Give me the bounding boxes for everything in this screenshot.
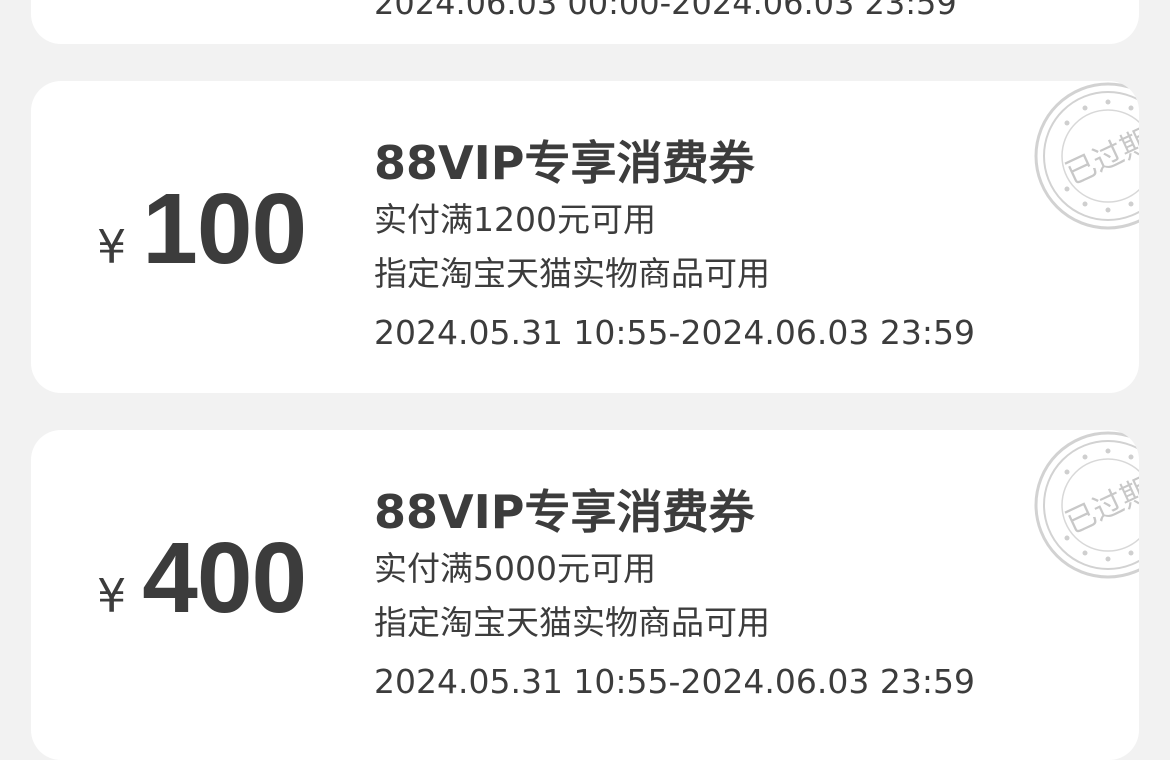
coupon-info: 88VIP专享消费券 实付满1200元可用 指定淘宝天猫实物商品可用 2024.… [374, 133, 975, 363]
coupon-date-range: 2024.05.31 10:55-2024.06.03 23:59 [374, 662, 975, 701]
coupon-condition: 实付满1200元可用 [374, 200, 656, 239]
coupon-card-partial[interactable]: 2024.06.03 00:00-2024.06.03 23:59 [31, 0, 1139, 44]
expired-stamp-icon: 已过期 [1033, 430, 1139, 580]
coupon-info: 88VIP专享消费券 实付满5000元可用 指定淘宝天猫实物商品可用 2024.… [374, 482, 975, 712]
coupon-scope: 指定淘宝天猫实物商品可用 [374, 603, 770, 642]
currency-symbol: ¥ [97, 569, 127, 623]
coupon-scope: 指定淘宝天猫实物商品可用 [374, 254, 770, 293]
coupon-value: 400 [142, 522, 307, 634]
coupon-value: 100 [142, 173, 307, 285]
expired-stamp-icon: 已过期 [1033, 81, 1139, 231]
coupon-amount: ¥ 100 [97, 173, 307, 285]
stamp-label: 已过期 [1060, 122, 1139, 192]
currency-symbol: ¥ [97, 220, 127, 274]
coupon-date-range: 2024.05.31 10:55-2024.06.03 23:59 [374, 313, 975, 352]
coupon-date-range: 2024.06.03 00:00-2024.06.03 23:59 [374, 0, 957, 22]
stamp-label: 已过期 [1060, 471, 1139, 541]
coupon-amount: ¥ 400 [97, 522, 307, 634]
coupon-card[interactable]: ¥ 100 88VIP专享消费券 实付满1200元可用 指定淘宝天猫实物商品可用… [31, 81, 1139, 393]
coupon-condition: 实付满5000元可用 [374, 549, 656, 588]
coupon-title: 88VIP专享消费券 [374, 136, 755, 190]
coupon-title: 88VIP专享消费券 [374, 485, 755, 539]
